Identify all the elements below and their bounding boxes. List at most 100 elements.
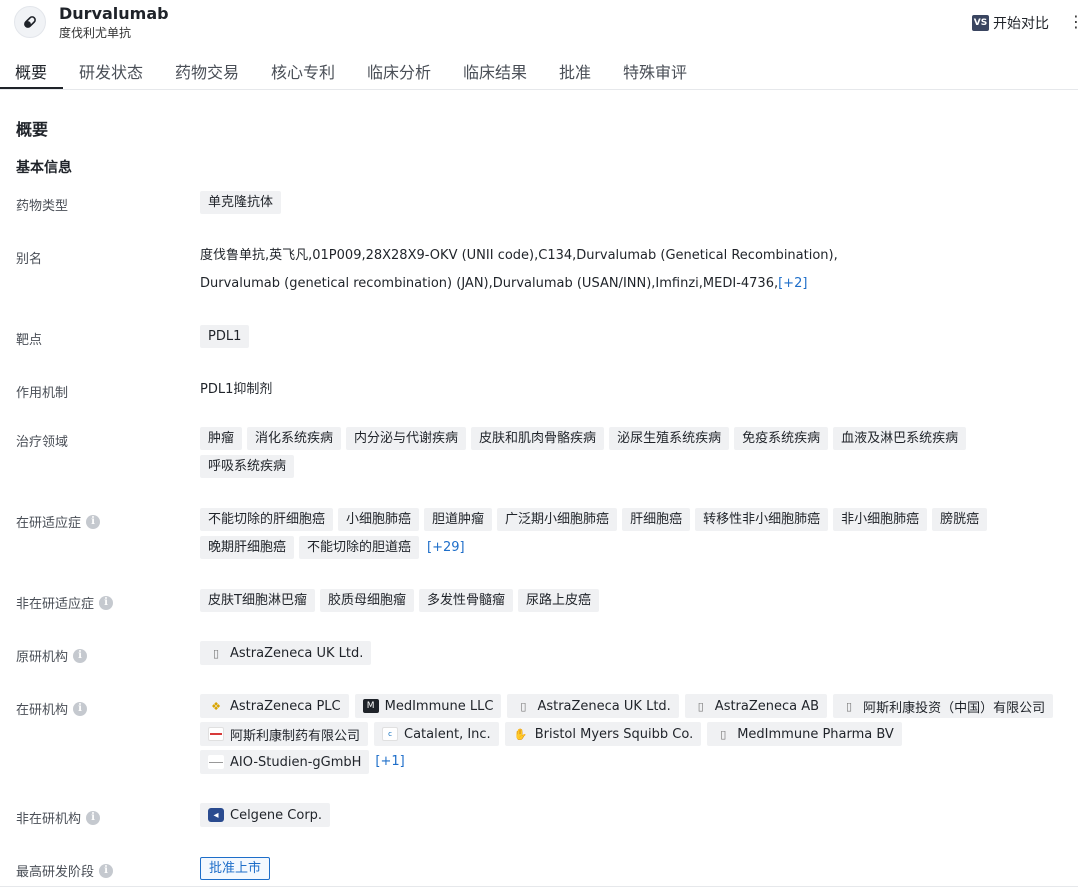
more-icon[interactable]: ⋮: [1068, 12, 1078, 31]
info-icon[interactable]: i: [86, 810, 101, 825]
inactive-indication-tag[interactable]: 多发性骨髓瘤: [418, 589, 513, 612]
vs-icon: VS: [972, 15, 989, 31]
originator-label-text: 原研机构: [16, 650, 69, 665]
therapeutic-area-tag[interactable]: 血液及淋巴系统疾病: [833, 427, 967, 450]
bms-logo-icon: ✋: [513, 727, 528, 741]
org-chip[interactable]: ▯ AstraZeneca UK Ltd.: [200, 641, 372, 665]
active-orgs-label-text: 在研机构: [16, 703, 69, 718]
therapeutic-area-value: 肿瘤 消化系统疾病 内分泌与代谢疾病 皮肤和肌肉骨骼疾病 泌尿生殖系统疾病 免疫…: [200, 427, 1020, 478]
org-chip[interactable]: ✋ Bristol Myers Squibb Co.: [504, 722, 702, 746]
org-chip[interactable]: M MedImmune LLC: [354, 694, 502, 718]
indication-tag[interactable]: 肝细胞癌: [622, 508, 691, 531]
therapeutic-area-tag[interactable]: 免疫系统疾病: [734, 427, 829, 450]
org-name: Catalent, Inc.: [404, 726, 491, 742]
org-name: MedImmune Pharma BV: [737, 726, 894, 742]
highest-phase-label-text: 最高研发阶段: [16, 865, 95, 880]
drug-name: Durvalumab: [59, 4, 169, 23]
inactive-indication-tag[interactable]: 尿路上皮癌: [517, 589, 599, 612]
inactive-orgs-value: ◂ Celgene Corp.: [200, 803, 1068, 827]
tab-core-patents[interactable]: 核心专利: [271, 59, 335, 83]
therapeutic-area-tag[interactable]: 内分泌与代谢疾病: [346, 427, 467, 450]
target-label: 靶点: [16, 333, 43, 348]
inactive-indication-tag[interactable]: 皮肤T细胞淋巴瘤: [200, 589, 315, 612]
indication-tag[interactable]: 小细胞肺癌: [338, 508, 420, 531]
inactive-indications-value: 皮肤T细胞淋巴瘤 胶质母细胞瘤 多发性骨髓瘤 尿路上皮癌: [200, 589, 1068, 612]
info-icon[interactable]: i: [99, 863, 114, 878]
company-logo-icon: [208, 727, 224, 741]
target-value: PDL1: [200, 325, 1068, 348]
indication-tag[interactable]: 膀胱癌: [932, 508, 988, 531]
org-chip[interactable]: ▯ AstraZeneca UK Ltd.: [507, 694, 679, 718]
divider: [0, 886, 1078, 887]
info-icon[interactable]: i: [73, 648, 88, 663]
therapeutic-area-tag[interactable]: 消化系统疾病: [247, 427, 342, 450]
org-name: AstraZeneca UK Ltd.: [537, 698, 671, 714]
orgs-more-link[interactable]: [+1]: [375, 750, 404, 774]
tab-dev-status[interactable]: 研发状态: [79, 59, 143, 83]
approved-status-badge[interactable]: 批准上市: [200, 857, 271, 880]
drug-type-tag[interactable]: 单克隆抗体: [200, 191, 282, 214]
therapeutic-area-tag[interactable]: 皮肤和肌肉骨骼疾病: [471, 427, 605, 450]
indication-tag[interactable]: 广泛期小细胞肺癌: [497, 508, 618, 531]
org-chip[interactable]: ❖ AstraZeneca PLC: [200, 694, 349, 718]
highest-phase-value: 批准上市: [200, 857, 1068, 880]
alias-more-link[interactable]: [+2]: [778, 276, 807, 291]
building-icon: ▯: [212, 646, 220, 660]
tab-approval[interactable]: 批准: [559, 59, 591, 83]
originator-value: ▯ AstraZeneca UK Ltd.: [200, 641, 1068, 665]
section-title: 概要: [16, 120, 49, 139]
tab-special-review[interactable]: 特殊审评: [623, 59, 687, 83]
therapeutic-area-tag[interactable]: 肿瘤: [200, 427, 243, 450]
compare-button[interactable]: VS 开始对比: [972, 13, 1049, 33]
org-chip[interactable]: ▯ MedImmune Pharma BV: [707, 722, 902, 746]
active-indications-value: 不能切除的肝细胞癌 小细胞肺癌 胆道肿瘤 广泛期小细胞肺癌 肝细胞癌 转移性非小…: [200, 508, 1050, 559]
mechanism-label: 作用机制: [16, 386, 69, 401]
basic-info-title: 基本信息: [16, 160, 72, 176]
medimmune-logo-icon: M: [362, 699, 379, 713]
info-icon[interactable]: i: [86, 514, 101, 529]
tab-clinical-analysis[interactable]: 临床分析: [367, 59, 431, 83]
indication-tag[interactable]: 非小细胞肺癌: [833, 508, 928, 531]
tab-overview[interactable]: 概要: [15, 59, 47, 83]
org-chip[interactable]: ▯ 阿斯利康投资（中国）有限公司: [833, 694, 1054, 718]
active-orgs-label: 在研机构 i: [16, 699, 88, 718]
mechanism-value: PDL1抑制剂: [200, 382, 273, 397]
alias-value: 度伐鲁单抗,英飞凡,01P009,28X28X9-OKV (UNII code)…: [200, 242, 1068, 298]
info-icon[interactable]: i: [99, 595, 114, 610]
org-chip[interactable]: 阿斯利康制药有限公司: [200, 722, 369, 746]
indication-tag[interactable]: 不能切除的胆道癌: [299, 536, 420, 559]
inactive-indication-tag[interactable]: 胶质母细胞瘤: [319, 589, 414, 612]
org-name: 阿斯利康制药有限公司: [230, 728, 361, 744]
tab-drug-deals[interactable]: 药物交易: [175, 59, 239, 83]
org-chip[interactable]: ▯ AstraZeneca AB: [684, 694, 828, 718]
active-tab-indicator: [0, 87, 63, 89]
org-name: MedImmune LLC: [384, 698, 494, 714]
originator-label: 原研机构 i: [16, 646, 88, 665]
building-icon: ▯: [846, 699, 853, 713]
indication-tag[interactable]: 晚期肝细胞癌: [200, 536, 295, 559]
compare-label: 开始对比: [993, 16, 1049, 32]
therapeutic-area-tag[interactable]: 呼吸系统疾病: [200, 455, 295, 478]
org-chip[interactable]: AIO-Studien-gGmbH: [200, 750, 370, 774]
org-chip[interactable]: ◂ Celgene Corp.: [200, 803, 331, 827]
therapeutic-area-tag[interactable]: 泌尿生殖系统疾病: [609, 427, 730, 450]
indication-tag[interactable]: 转移性非小细胞肺癌: [695, 508, 829, 531]
org-name: Bristol Myers Squibb Co.: [534, 726, 694, 742]
info-icon[interactable]: i: [73, 701, 88, 716]
indication-tag[interactable]: 胆道肿瘤: [424, 508, 493, 531]
drug-type-label: 药物类型: [16, 199, 69, 214]
org-name: AstraZeneca PLC: [230, 698, 341, 714]
indications-more-link[interactable]: [+29]: [427, 536, 465, 559]
tab-clinical-results[interactable]: 临床结果: [463, 59, 527, 83]
drug-header: Durvalumab 度伐利尤单抗 VS 开始对比 ⋮: [0, 0, 1078, 48]
target-tag[interactable]: PDL1: [200, 325, 250, 348]
alias-line-2: Durvalumab (genetical recombination) (JA…: [200, 276, 779, 291]
org-name: Celgene Corp.: [230, 807, 323, 823]
drug-type-value: 单克隆抗体: [200, 191, 1068, 214]
alias-line-1: 度伐鲁单抗,英飞凡,01P009,28X28X9-OKV (UNII code)…: [200, 248, 838, 263]
building-icon: ▯: [697, 699, 704, 713]
building-icon: ▯: [720, 727, 727, 741]
indication-tag[interactable]: 不能切除的肝细胞癌: [200, 508, 334, 531]
active-indications-label: 在研适应症 i: [16, 512, 101, 531]
org-chip[interactable]: c Catalent, Inc.: [374, 722, 499, 746]
